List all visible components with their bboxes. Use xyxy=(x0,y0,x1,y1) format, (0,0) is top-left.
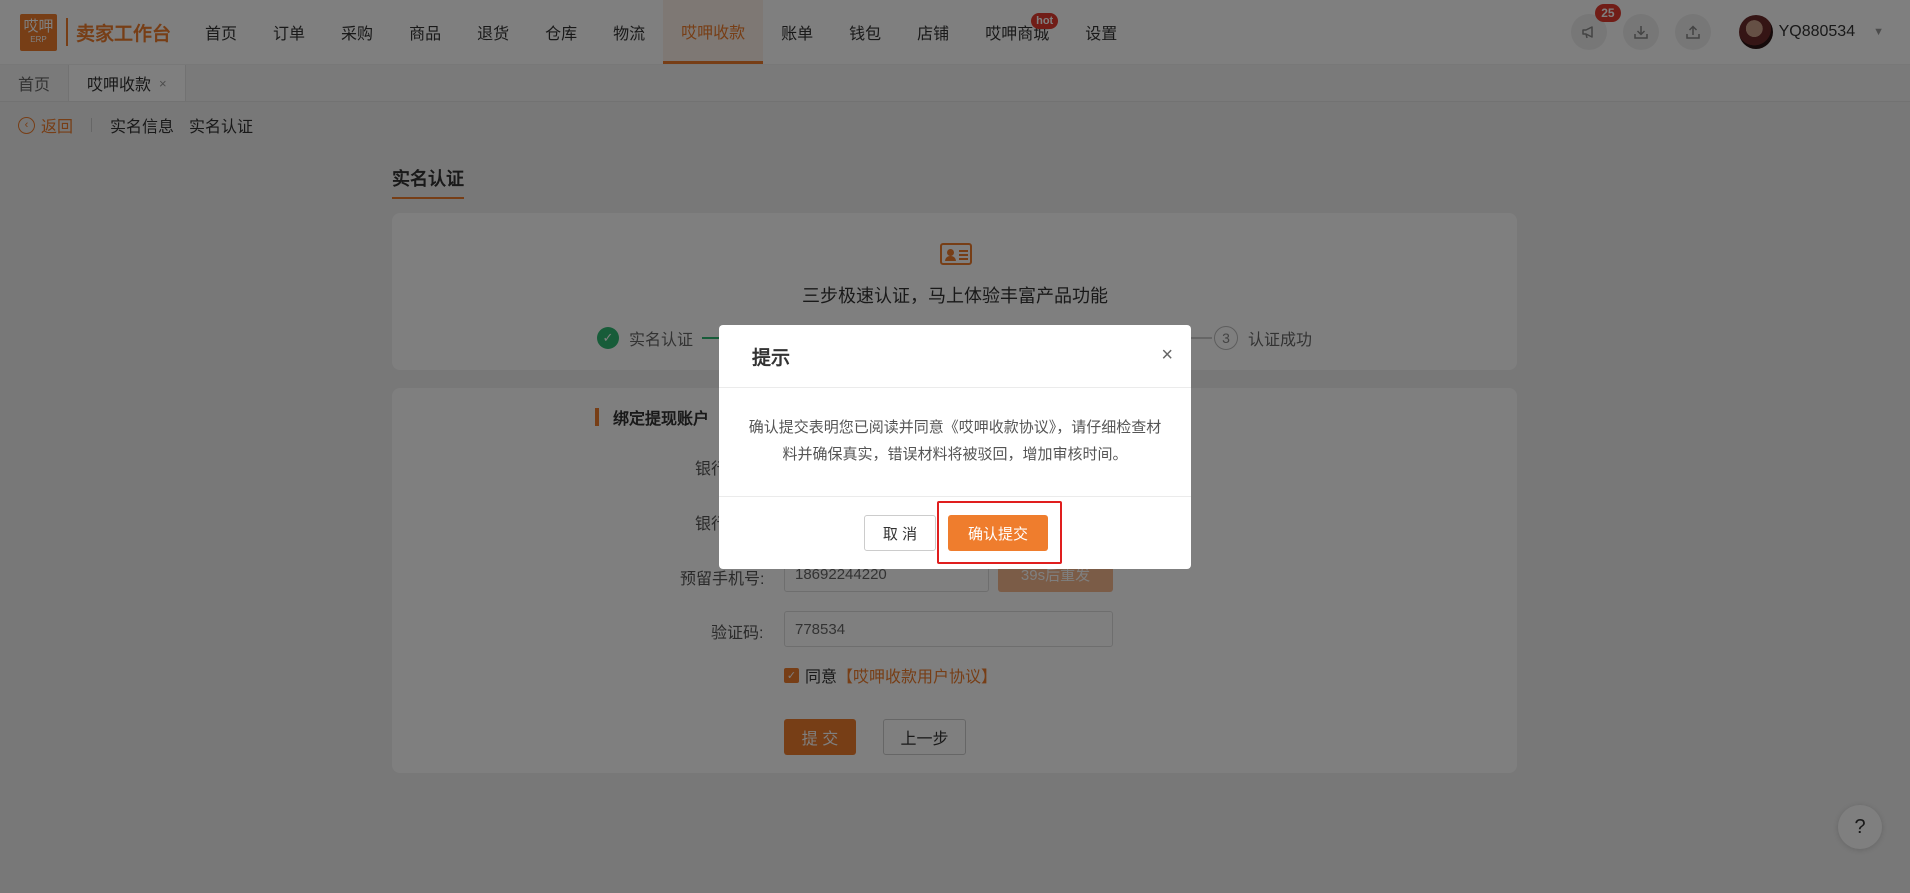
dialog-header: 提示 × xyxy=(719,325,1191,388)
highlight-annotation xyxy=(937,501,1062,564)
close-icon[interactable]: × xyxy=(1161,345,1173,365)
confirm-dialog: 提示 × 确认提交表明您已阅读并同意《哎呷收款协议》，请仔细检查材料并确保真实，… xyxy=(719,325,1191,569)
dialog-message: 确认提交表明您已阅读并同意《哎呷收款协议》，请仔细检查材料并确保真实，错误材料将… xyxy=(719,388,1191,497)
dialog-footer: 取 消 确认提交 xyxy=(719,497,1191,568)
dialog-title: 提示 xyxy=(752,347,791,369)
cancel-button[interactable]: 取 消 xyxy=(864,515,936,551)
